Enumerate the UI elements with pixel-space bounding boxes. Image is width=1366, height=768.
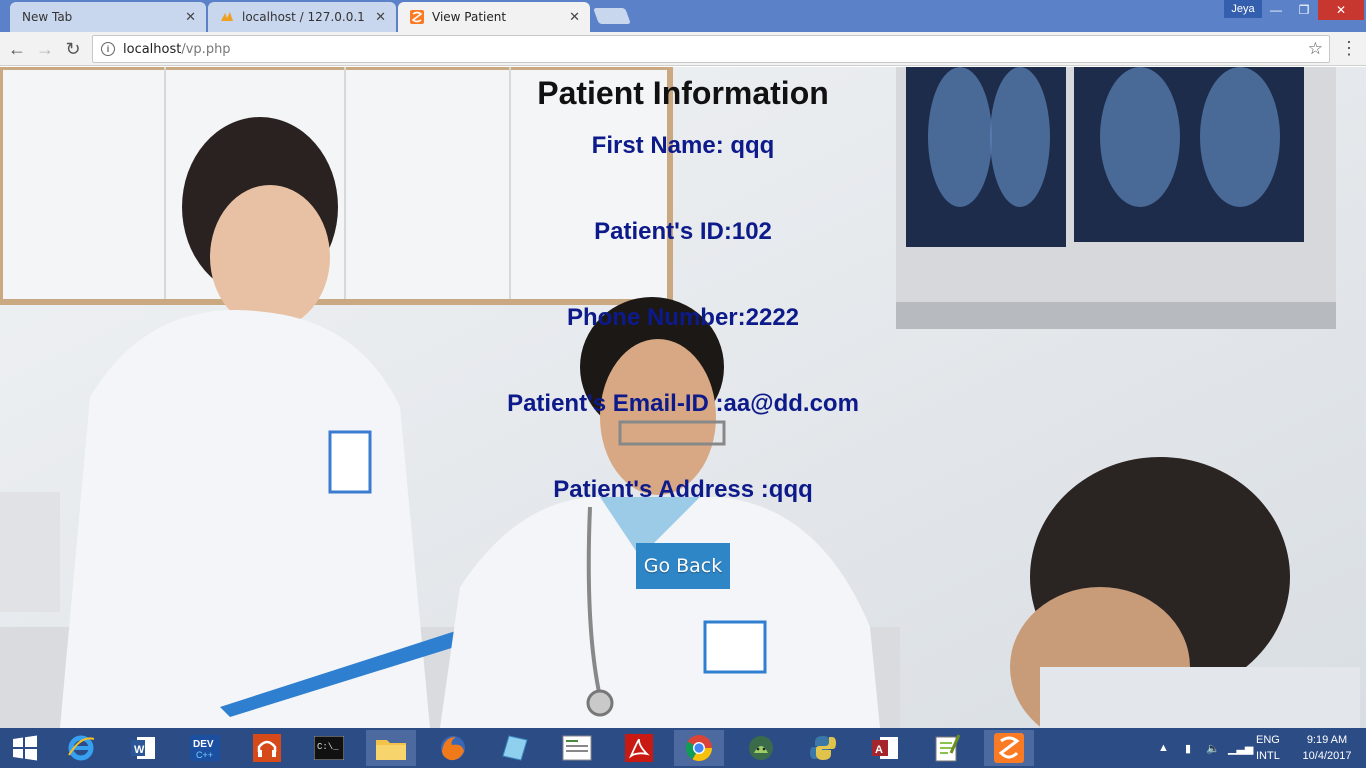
windows-start-icon[interactable] [0, 730, 50, 766]
close-icon[interactable]: ✕ [569, 10, 580, 25]
phpmyadmin-icon [221, 12, 233, 21]
volume-icon[interactable]: 🔈 [1206, 728, 1220, 768]
back-arrow-icon[interactable]: ← [6, 38, 28, 60]
svg-text:A: A [875, 744, 883, 756]
tab-phpmyadmin[interactable]: localhost / 127.0.0.1 | php ✕ [208, 2, 396, 32]
file-explorer-icon[interactable] [366, 730, 416, 766]
tab-view-patient[interactable]: View Patient ✕ [398, 2, 590, 32]
headphones-app-icon[interactable] [242, 730, 292, 766]
svg-text:C++: C++ [196, 750, 213, 760]
show-hidden-icons-icon[interactable]: ▲ [1158, 728, 1169, 768]
go-back-button[interactable]: Go Back [636, 543, 730, 589]
svg-text:W: W [134, 744, 145, 756]
python-icon[interactable] [798, 730, 848, 766]
restore-icon[interactable]: ❐ [1290, 0, 1318, 20]
browser-menu-icon[interactable]: ⋮ [1340, 38, 1358, 59]
clock-time: 9:19 AM [1306, 734, 1348, 746]
tab-title: New Tab [22, 10, 73, 24]
forward-arrow-icon[interactable]: → [34, 38, 56, 60]
notepadpp-icon[interactable] [922, 730, 972, 766]
page-title: Patient Information [537, 75, 829, 111]
address-field: Patient's Address :qqq [553, 476, 813, 503]
profile-badge[interactable]: Jeya [1224, 0, 1262, 18]
access-icon[interactable]: A [860, 730, 910, 766]
word-icon[interactable]: W [118, 730, 168, 766]
acrobat-icon[interactable] [614, 730, 664, 766]
network-icon[interactable]: ▁▃▅ [1228, 728, 1253, 768]
input-language-indicator[interactable]: ENG INTL [1256, 732, 1280, 764]
first-name-field: First Name: qqq [591, 132, 775, 159]
system-clock[interactable]: 9:19 AM 10/4/2017 [1292, 732, 1362, 764]
clock-date: 10/4/2017 [1302, 750, 1352, 762]
url-host: localhost [123, 41, 182, 57]
bookmark-star-icon[interactable]: ☆ [1308, 39, 1323, 59]
minimize-icon[interactable]: — [1262, 0, 1290, 20]
devcpp-icon[interactable]: DEV C++ [180, 730, 230, 766]
windows-taskbar: W DEV C++ C:\_ A ▲ ▮ 🔈 ▁▃▅ ENG INTL 9:19… [0, 728, 1366, 768]
xampp-icon [410, 10, 424, 24]
info-icon[interactable]: i [101, 42, 115, 56]
language-code: ENG [1256, 734, 1280, 746]
reload-icon[interactable]: ↻ [62, 38, 84, 60]
keyboard-layout: INTL [1256, 750, 1280, 762]
phone-number-field: Phone Number:2222 [566, 304, 800, 331]
address-bar[interactable]: i localhost /vp.php ☆ [92, 35, 1330, 63]
svg-text:DEV: DEV [193, 739, 214, 750]
document-app-icon[interactable] [552, 730, 602, 766]
internet-explorer-icon[interactable] [56, 730, 106, 766]
tab-new-tab[interactable]: New Tab ✕ [10, 2, 206, 32]
chrome-icon[interactable] [674, 730, 724, 766]
email-field: Patient's Email-ID :aa@dd.com [507, 390, 859, 417]
firefox-icon[interactable] [428, 730, 478, 766]
url-path: /vp.php [181, 41, 231, 57]
tab-title: localhost / 127.0.0.1 | php [242, 10, 369, 24]
browser-toolbar: ← → ↻ i localhost /vp.php ☆ ⋮ [0, 32, 1366, 66]
close-icon[interactable]: ✕ [375, 10, 386, 25]
browser-tab-strip: New Tab ✕ localhost / 127.0.0.1 | php ✕ … [0, 0, 1366, 32]
cmd-icon[interactable]: C:\_ [304, 730, 354, 766]
notes-app-icon[interactable] [490, 730, 540, 766]
xampp-icon[interactable] [984, 730, 1034, 766]
battery-icon[interactable]: ▮ [1185, 728, 1191, 768]
tab-title: View Patient [432, 10, 507, 24]
android-studio-icon[interactable] [736, 730, 786, 766]
close-icon[interactable]: ✕ [185, 10, 196, 25]
window-close-icon[interactable]: ✕ [1318, 0, 1364, 20]
patient-id-field: Patient's ID:102 [594, 218, 772, 245]
svg-text:C:\_: C:\_ [317, 742, 339, 752]
new-tab-button[interactable] [593, 8, 631, 24]
page-viewport: Patient Information First Name: qqq Pati… [0, 67, 1366, 728]
